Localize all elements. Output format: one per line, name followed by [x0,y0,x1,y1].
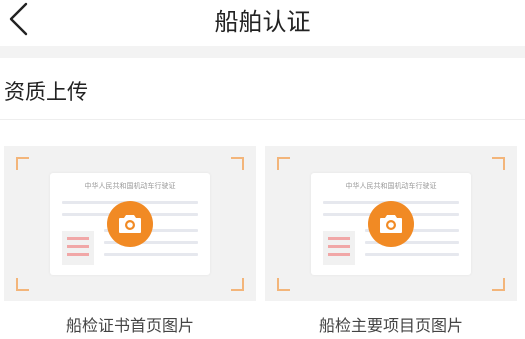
section-title: 资质上传 [4,80,88,104]
frame-corner [16,157,29,170]
camera-button[interactable] [107,201,153,247]
frame-corner [231,278,244,291]
frame-corner [231,157,244,170]
camera-button[interactable] [368,201,414,247]
frame-corner [277,278,290,291]
camera-icon [119,215,141,233]
frame-corner [277,157,290,170]
page-title: 船舶认证 [214,8,311,36]
card-caption: 船检主要项目页图片 [318,316,463,335]
frame-corner [492,157,505,170]
card-caption: 船检证书首页图片 [65,316,194,335]
section-header: 资质上传 [0,58,525,120]
document-line [104,253,198,256]
frame-corner [492,278,505,291]
document-line [365,253,459,256]
document-heading: 中华人民共和国机动车行驶证 [345,182,437,190]
nav-bar: 船舶认证 [0,0,525,40]
upload-card-certificate-front[interactable]: 中华人民共和国机动车行驶证 [4,146,256,301]
document-photo [62,231,94,265]
document-heading: 中华人民共和国机动车行驶证 [84,182,176,190]
section-divider [0,46,525,58]
camera-icon [380,215,402,233]
upload-card-main-items[interactable]: 中华人民共和国机动车行驶证 [265,146,517,301]
frame-corner [16,278,29,291]
document-photo [323,231,355,265]
